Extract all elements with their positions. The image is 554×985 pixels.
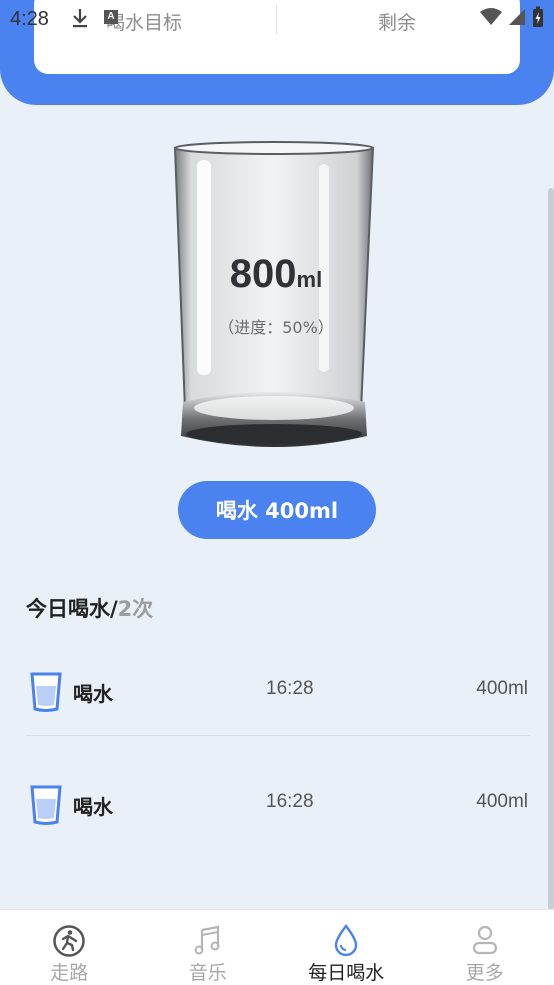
record-label: 喝水 xyxy=(73,678,113,707)
glass-progress: （进度：50%） xyxy=(171,314,381,338)
remaining-label: 剩余 xyxy=(378,8,416,35)
nav-item-music[interactable]: 音乐 xyxy=(139,910,278,985)
status-icons xyxy=(480,6,544,28)
today-title: 今日喝水/2次 xyxy=(26,593,153,623)
record-time: 16:28 xyxy=(266,678,314,700)
nav-label-walk: 走路 xyxy=(0,958,139,985)
drink-button[interactable]: 喝水 400ml xyxy=(178,481,376,539)
row-divider xyxy=(26,735,530,736)
download-icon xyxy=(70,6,90,34)
nav-item-water[interactable]: 每日喝水 xyxy=(277,910,416,985)
wifi-icon xyxy=(480,8,502,26)
walk-icon xyxy=(52,924,86,962)
music-icon xyxy=(193,924,223,960)
glass-amount: 800ml xyxy=(171,252,381,297)
cup-icon xyxy=(30,672,62,716)
list-item: 喝水 16:28 400ml xyxy=(26,773,530,833)
battery-icon xyxy=(532,6,544,28)
summary-divider xyxy=(276,4,277,34)
list-item: 喝水 16:28 400ml xyxy=(26,660,530,720)
today-count: 2次 xyxy=(118,597,154,621)
cup-icon xyxy=(30,785,62,829)
status-time: 4:28 xyxy=(10,8,49,31)
nav-item-walk[interactable]: 走路 xyxy=(0,910,139,985)
glass-amount-value: 800 xyxy=(230,252,297,296)
record-time: 16:28 xyxy=(266,791,314,813)
glass-amount-unit: ml xyxy=(297,267,323,292)
signal-icon xyxy=(508,8,526,26)
bottom-nav: 走路 音乐 每日喝水 更多 xyxy=(0,909,554,985)
notification-a-icon: A xyxy=(104,10,118,24)
today-title-label: 今日喝水/ xyxy=(26,597,118,621)
water-glass: 800ml （进度：50%） xyxy=(171,140,377,452)
water-drop-icon xyxy=(333,924,359,960)
nav-item-more[interactable]: 更多 xyxy=(416,910,554,985)
nav-label-music: 音乐 xyxy=(139,958,278,985)
scrollbar[interactable] xyxy=(548,188,554,910)
person-icon xyxy=(471,924,499,960)
nav-label-more: 更多 xyxy=(416,958,554,985)
nav-label-water: 每日喝水 xyxy=(277,958,416,985)
record-label: 喝水 xyxy=(73,791,113,820)
record-amount: 400ml xyxy=(476,678,528,700)
record-amount: 400ml xyxy=(476,791,528,813)
